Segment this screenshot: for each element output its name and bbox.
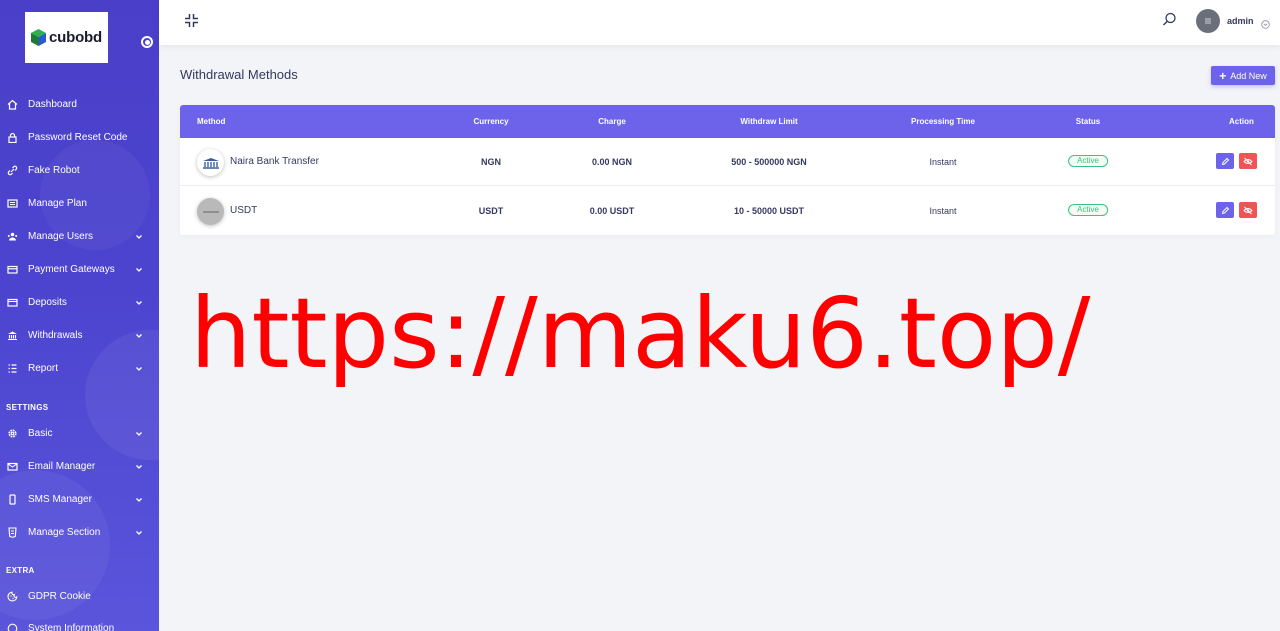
sidebar-item-dashboard[interactable]: Dashboard	[0, 93, 159, 117]
chevron-down-icon	[135, 233, 143, 241]
chevron-down-icon	[135, 299, 143, 307]
brand-logo[interactable]: cubobd	[25, 12, 108, 63]
avatar[interactable]	[1196, 9, 1220, 33]
eye-slash-icon	[1243, 206, 1253, 214]
cube-logo-icon	[31, 29, 47, 46]
column-header-action: Action	[1229, 117, 1254, 126]
chevron-down-icon	[135, 496, 143, 504]
chevron-down-icon	[135, 332, 143, 340]
table-row: Naira Bank Transfer NGN 0.00 NGN 500 - 5…	[180, 138, 1275, 186]
wallet-icon	[7, 297, 18, 308]
method-name: USDT	[230, 205, 258, 216]
users-icon	[7, 231, 18, 242]
processing-time-cell: Instant	[929, 157, 957, 167]
edit-button[interactable]	[1216, 202, 1234, 218]
status-badge: Active	[1068, 155, 1108, 167]
sidebar-item-manage-users[interactable]: Manage Users	[0, 225, 159, 249]
user-name[interactable]: admin	[1227, 16, 1254, 26]
disable-button[interactable]	[1239, 202, 1257, 218]
chevron-down-icon	[135, 463, 143, 471]
column-header-status: Status	[1075, 117, 1101, 126]
sidebar-item-report[interactable]: Report	[0, 357, 159, 381]
pencil-icon	[1221, 206, 1229, 214]
column-header-withdraw-limit: Withdraw Limit	[740, 117, 798, 126]
column-header-method: Method	[197, 117, 226, 126]
withdrawal-methods-table: Method Currency Charge Withdraw Limit Pr…	[180, 105, 1275, 235]
limit-cell: 500 - 500000 NGN	[731, 157, 807, 167]
sidebar-item-email-manager[interactable]: Email Manager	[0, 455, 159, 479]
chevron-down-circle-icon[interactable]	[1261, 16, 1270, 29]
plus-icon: +	[1219, 68, 1227, 83]
sidebar-item-deposits[interactable]: Deposits	[0, 291, 159, 315]
charge-cell: 0.00 USDT	[589, 206, 635, 216]
sidebar-item-payment-gateways[interactable]: Payment Gateways	[0, 258, 159, 282]
card-icon	[7, 264, 18, 275]
sidebar-item-sms-manager[interactable]: SMS Manager	[0, 488, 159, 512]
link-icon	[7, 165, 18, 176]
settings-heading: SETTINGS	[6, 403, 49, 412]
sidebar-item-gdpr-cookie[interactable]: GDPR Cookie	[0, 585, 159, 609]
method-name: Naira Bank Transfer	[230, 156, 319, 167]
processing-time-cell: Instant	[929, 206, 957, 216]
search-icon[interactable]	[1162, 12, 1177, 27]
sidebar-item-fake-robot[interactable]: Fake Robot	[0, 159, 159, 183]
disable-button[interactable]	[1239, 153, 1257, 169]
eye-slash-icon	[1243, 157, 1253, 165]
bank-icon	[7, 330, 18, 341]
add-new-button[interactable]: + Add New	[1211, 66, 1275, 85]
extra-heading: EXTRA	[6, 566, 35, 575]
cookie-icon	[7, 591, 18, 602]
sidebar-item-system-information[interactable]: System Information	[0, 617, 159, 631]
gear-icon	[7, 428, 18, 439]
sidebar: cubobd Dashboard Password Reset Code Fak…	[0, 0, 159, 631]
table-header: Method Currency Charge Withdraw Limit Pr…	[180, 105, 1275, 138]
charge-cell: 0.00 NGN	[591, 157, 633, 167]
bank-logo-icon	[197, 149, 224, 176]
sidebar-item-manage-section[interactable]: Manage Section	[0, 521, 159, 545]
table-row: USDT USDT 0.00 USDT 10 - 50000 USDT Inst…	[180, 187, 1275, 235]
report-icon	[7, 363, 18, 374]
section-icon	[7, 527, 18, 538]
sidebar-item-manage-plan[interactable]: Manage Plan	[0, 192, 159, 216]
chevron-down-icon	[135, 365, 143, 373]
chevron-down-icon	[135, 430, 143, 438]
column-header-processing-time: Processing Time	[911, 117, 975, 126]
home-icon	[7, 99, 18, 110]
chevron-down-icon	[135, 266, 143, 274]
mail-icon	[7, 461, 18, 472]
currency-cell: NGN	[481, 157, 501, 167]
list-icon	[7, 198, 18, 209]
page-title: Withdrawal Methods	[180, 67, 298, 82]
sidebar-item-password-reset-code[interactable]: Password Reset Code	[0, 126, 159, 150]
watermark-url: https://maku6.top/	[190, 277, 1091, 390]
fullscreen-exit-icon[interactable]	[184, 13, 199, 28]
usdt-logo-icon	[197, 198, 224, 225]
currency-cell: USDT	[478, 206, 504, 216]
lock-icon	[7, 132, 18, 143]
status-badge: Active	[1068, 204, 1108, 216]
limit-cell: 10 - 50000 USDT	[733, 206, 805, 216]
topbar: admin	[159, 0, 1280, 45]
sidebar-item-basic[interactable]: Basic	[0, 422, 159, 446]
sidebar-item-withdrawals[interactable]: Withdrawals	[0, 324, 159, 348]
sidebar-toggle-button[interactable]	[141, 36, 153, 48]
edit-button[interactable]	[1216, 153, 1234, 169]
chevron-down-icon	[135, 529, 143, 537]
add-new-label: Add New	[1230, 70, 1267, 81]
pencil-icon	[1221, 157, 1229, 165]
info-icon	[7, 623, 18, 631]
logo-text: cubobd	[49, 29, 102, 46]
phone-icon	[7, 494, 18, 505]
column-header-charge: Charge	[598, 117, 626, 126]
column-header-currency: Currency	[473, 117, 509, 126]
